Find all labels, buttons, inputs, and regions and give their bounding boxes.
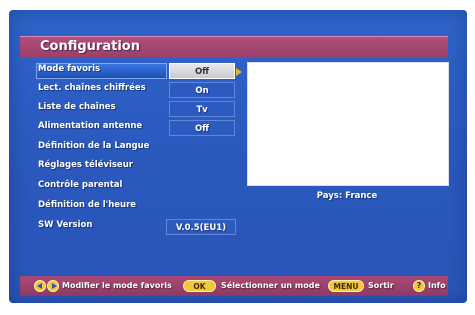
liste-de-chaines-value[interactable]: Tv [169,101,235,117]
menu-item-reglages-televiseur[interactable]: Réglages téléviseur [36,159,236,175]
lect-chaines-chiffrees-value[interactable]: On [169,82,235,98]
hint-modify-favorites: Modifier le mode favoris [62,281,172,290]
hint-select-mode: Sélectionner un mode [221,281,320,290]
title-bar: Configuration [20,36,448,58]
menu-item-label: Alimentation antenne [38,121,143,131]
menu-item-label: Définition de la Langue [38,141,150,151]
help-key-icon: ? [413,280,425,292]
menu-key-icon: MENU [328,280,364,292]
menu-item-label: Liste de chaînes [38,102,116,112]
menu-item-label: Définition de l'heure [38,200,137,210]
country-label: Pays: France [316,191,378,201]
menu-item-alimentation-antenne[interactable]: Alimentation antenne Off [36,120,236,136]
alimentation-antenne-value[interactable]: Off [169,120,235,136]
menu-item-label: SW Version [38,220,93,230]
menu-item-lect-chaines-chiffrees[interactable]: Lect. chaînes chiffrées On [36,82,236,98]
footer-help-bar: Modifier le mode favoris OK Sélectionner… [20,276,448,296]
menu-item-controle-parental[interactable]: Contrôle parental [36,179,236,195]
left-arrow-key-icon [34,280,46,292]
menu-item-sw-version: SW Version V.0.5(EU1) [36,219,236,235]
hint-exit: Sortir [368,281,394,290]
menu-item-liste-de-chaines[interactable]: Liste de chaînes Tv [36,101,236,117]
sw-version-value: V.0.5(EU1) [166,219,236,235]
menu-item-label: Lect. chaînes chiffrées [38,83,146,93]
menu-item-definition-heure[interactable]: Définition de l'heure [36,199,236,215]
page-title: Configuration [40,39,140,54]
chevron-right-icon [236,68,242,76]
menu-item-definition-langue[interactable]: Définition de la Langue [36,140,236,156]
tv-screen: Configuration Mode favoris Off Lect. cha… [0,0,475,315]
menu-item-label: Réglages téléviseur [38,160,133,170]
ok-key-icon: OK [183,280,216,292]
menu-item-label: Mode favoris [38,64,101,74]
video-preview [247,62,449,186]
menu-item-mode-favoris[interactable]: Mode favoris Off [36,63,236,79]
help-key-glyph: ? [416,281,422,290]
hint-info: Info [428,281,446,290]
mode-favoris-value[interactable]: Off [169,63,235,79]
right-arrow-key-icon [47,280,59,292]
menu-item-label: Contrôle parental [38,180,123,190]
